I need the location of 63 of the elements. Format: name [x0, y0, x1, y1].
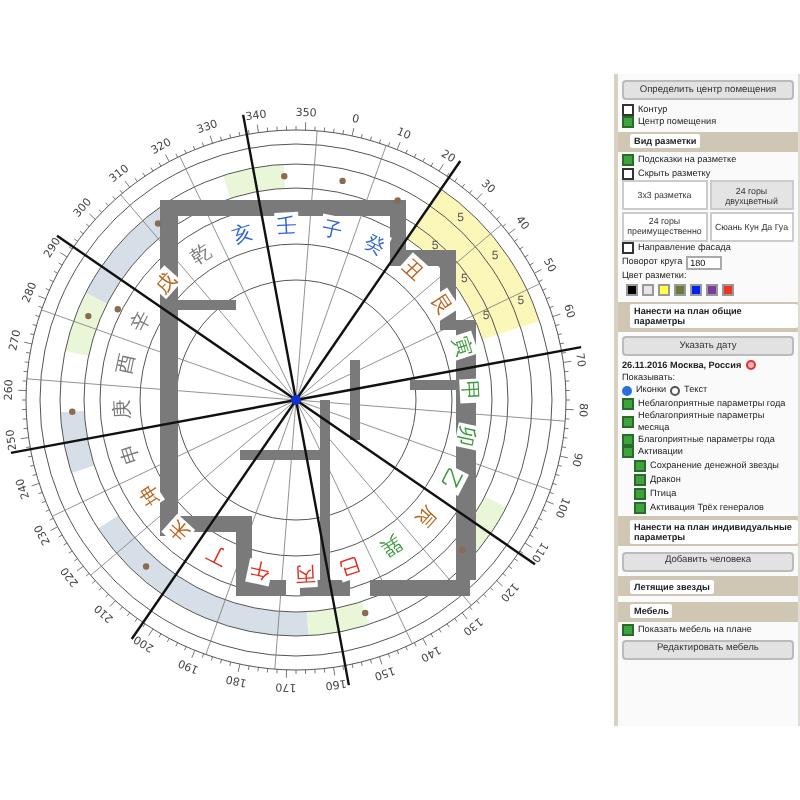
mountain-label: 庚 [111, 398, 135, 420]
mountain-label: 癸 [360, 231, 389, 261]
wall [350, 360, 360, 440]
center-point [291, 395, 301, 405]
marker-icon [362, 609, 369, 617]
checkbox[interactable] [622, 242, 634, 254]
marker-icon [142, 563, 150, 570]
mountain-label: 坤 [136, 479, 166, 509]
checkbox[interactable] [622, 624, 634, 636]
mountain-label: 卯 [452, 423, 479, 449]
radio-button[interactable] [670, 385, 681, 395]
checkbox[interactable] [622, 433, 634, 445]
color-swatch[interactable] [706, 284, 718, 296]
mountain-label: 午 [247, 556, 273, 583]
sector-band [65, 292, 108, 356]
mountain-label: 亥 [229, 221, 256, 249]
mountain-label: 戌 [152, 269, 183, 300]
marker-icon [114, 306, 121, 313]
mountain-label: 甲 [457, 380, 481, 402]
mountain-label: 未 [165, 513, 196, 544]
mountain-label: 丑 [396, 256, 427, 287]
color-swatch[interactable] [658, 284, 670, 296]
marker-icon [85, 312, 92, 320]
mountain-label: 乙 [435, 464, 465, 493]
checkbox[interactable] [634, 501, 646, 513]
marker-icon [339, 177, 346, 185]
color-swatch[interactable] [642, 284, 654, 296]
checkbox[interactable] [622, 103, 634, 115]
radio-button[interactable] [622, 385, 632, 395]
checkbox[interactable] [634, 473, 646, 485]
mountain-label: 巽 [375, 530, 405, 560]
checkbox[interactable] [622, 415, 634, 427]
mountain-label: 丙 [294, 561, 316, 585]
checkbox[interactable] [622, 167, 634, 179]
color-swatch[interactable] [674, 284, 686, 296]
mountain-label: 乾 [187, 240, 217, 270]
close-icon[interactable] [745, 360, 756, 370]
color-swatch[interactable] [626, 284, 638, 296]
sector-band [60, 411, 95, 473]
checkbox[interactable] [634, 459, 646, 471]
color-swatch[interactable] [722, 284, 734, 296]
mountain-label: 子 [319, 217, 345, 244]
color-swatch[interactable] [690, 284, 702, 296]
marker-icon [281, 173, 288, 180]
mountain-label: 辛 [127, 307, 157, 336]
checkbox[interactable] [622, 116, 634, 128]
mountain-label: 酉 [113, 351, 140, 377]
mountain-label: 巳 [336, 551, 363, 579]
checkbox[interactable] [622, 446, 634, 458]
mountain-label: 辰 [409, 500, 440, 531]
checkbox[interactable] [622, 397, 634, 409]
sector-band [223, 164, 285, 199]
checkbox[interactable] [634, 487, 646, 499]
marker-icon [154, 220, 162, 227]
checkbox[interactable] [622, 154, 634, 166]
mountain-label: 丁 [203, 539, 232, 569]
marker-icon [69, 408, 76, 415]
mountain-label: 寅 [447, 333, 475, 360]
mountain-label: 申 [117, 440, 145, 467]
mountain-label: 艮 [426, 291, 456, 321]
marker-icon [459, 546, 466, 554]
mountain-label: 壬 [276, 215, 298, 239]
marker-icon [394, 197, 401, 204]
